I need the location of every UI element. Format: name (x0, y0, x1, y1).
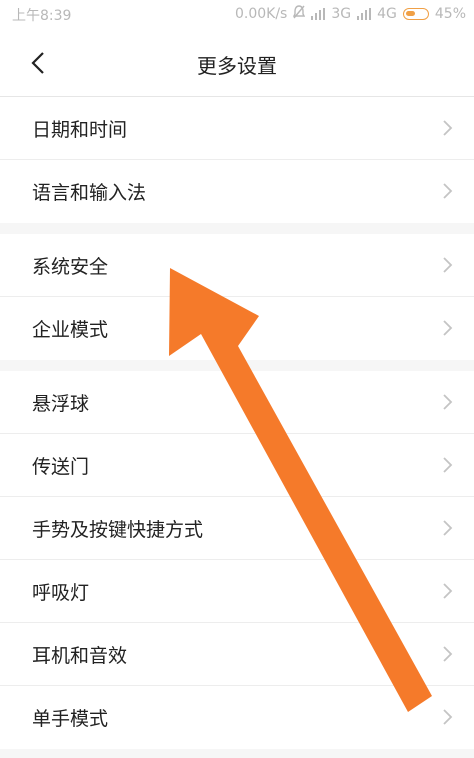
mute-icon (293, 5, 306, 23)
settings-group-2: 系统安全 企业模式 (0, 234, 474, 360)
nav-bar: 更多设置 (0, 30, 474, 97)
settings-item-language-input[interactable]: 语言和输入法 (0, 160, 474, 223)
chevron-right-icon (442, 582, 454, 600)
settings-item-system-security[interactable]: 系统安全 (0, 234, 474, 297)
settings-item-floating-ball[interactable]: 悬浮球 (0, 371, 474, 434)
chevron-right-icon (442, 519, 454, 537)
settings-item-label: 传送门 (32, 456, 90, 478)
settings-item-label: 悬浮球 (32, 393, 90, 415)
chevron-right-icon (442, 256, 454, 274)
settings-item-label: 语言和输入法 (32, 182, 147, 204)
status-time: 上午8:39 (12, 8, 72, 24)
status-bar: 上午8:39 0.00K/s 3G 4G 45% (0, 0, 474, 30)
settings-item-portal[interactable]: 传送门 (0, 434, 474, 497)
chevron-right-icon (442, 393, 454, 411)
settings-item-date-time[interactable]: 日期和时间 (0, 97, 474, 160)
chevron-right-icon (442, 319, 454, 337)
chevron-right-icon (442, 182, 454, 200)
signal-icon (311, 8, 326, 20)
battery-percent: 45% (434, 6, 466, 22)
chevron-right-icon (442, 708, 454, 726)
settings-item-label: 呼吸灯 (32, 582, 90, 604)
settings-item-enterprise-mode[interactable]: 企业模式 (0, 297, 474, 360)
settings-group-1: 日期和时间 语言和输入法 (0, 97, 474, 223)
settings-item-one-handed-mode[interactable]: 单手模式 (0, 686, 474, 749)
battery-icon (402, 8, 429, 20)
status-indicators: 0.00K/s 3G 4G 45% (235, 5, 466, 23)
settings-item-label: 企业模式 (32, 319, 109, 341)
settings-item-label: 系统安全 (32, 256, 109, 278)
settings-item-label: 单手模式 (32, 708, 109, 730)
chevron-right-icon (442, 119, 454, 137)
settings-item-breathing-light[interactable]: 呼吸灯 (0, 560, 474, 623)
chevron-right-icon (442, 645, 454, 663)
settings-group-3: 悬浮球 传送门 手势及按键快捷方式 呼吸灯 耳机和音效 单手模式 (0, 371, 474, 749)
signal-icon-2 (357, 8, 372, 20)
settings-item-label: 日期和时间 (32, 119, 128, 141)
settings-item-label: 耳机和音效 (32, 645, 128, 667)
chevron-right-icon (442, 456, 454, 474)
settings-item-gestures-shortcuts[interactable]: 手势及按键快捷方式 (0, 497, 474, 560)
network-speed: 0.00K/s (234, 6, 288, 22)
network-type-1: 3G (331, 6, 352, 22)
page-title: 更多设置 (197, 54, 277, 78)
settings-item-headphones-sound[interactable]: 耳机和音效 (0, 623, 474, 686)
network-type-2: 4G (377, 6, 397, 22)
settings-item-label: 手势及按键快捷方式 (32, 519, 204, 541)
